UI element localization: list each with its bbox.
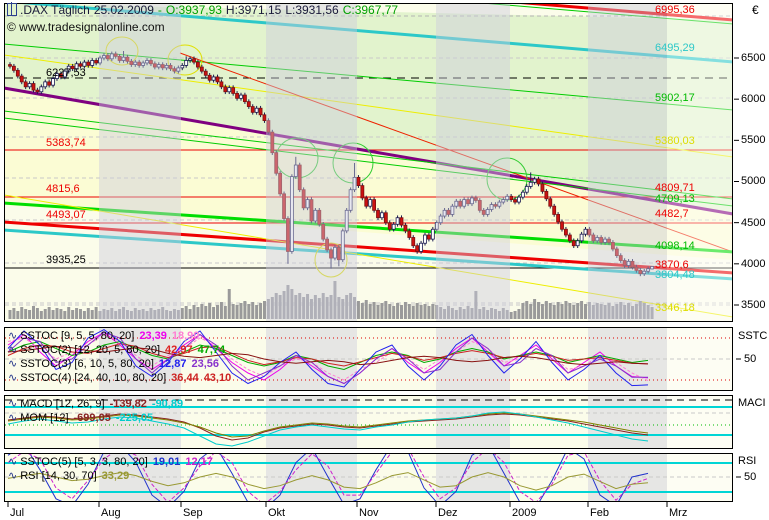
macd-panel[interactable] [4, 395, 733, 449]
time-axis[interactable] [4, 503, 733, 520]
currency-symbol: € [752, 3, 759, 17]
rsi-panel-caption: RSI [738, 455, 756, 467]
trading-chart-window: 6227,535383,744815,64493,073935,256995,3… [0, 0, 769, 520]
price-axis[interactable] [735, 20, 769, 320]
stochastic-panel[interactable] [4, 327, 733, 391]
sstoc-mid-level: 50 [744, 353, 756, 365]
rsi-mid-level: 50 [744, 471, 756, 483]
sstoc-panel-caption: SSTC [738, 330, 767, 342]
macd-panel-caption: MACI [738, 397, 766, 409]
rsi-panel[interactable] [4, 453, 733, 502]
main-chart-panel[interactable] [4, 3, 733, 322]
